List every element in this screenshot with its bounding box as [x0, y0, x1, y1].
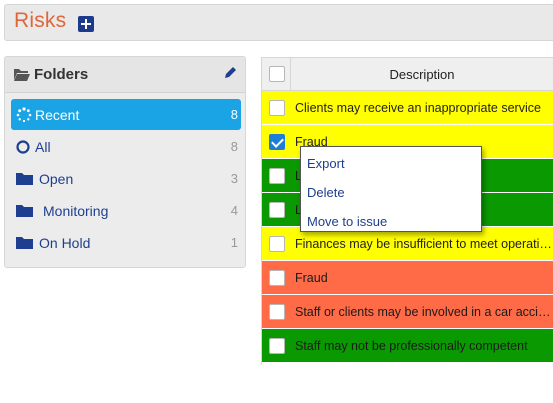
- menu-item-delete[interactable]: Delete: [307, 185, 345, 200]
- pencil-icon[interactable]: [224, 66, 237, 84]
- folder-item-recent[interactable]: Recent 8: [11, 99, 241, 130]
- row-checkbox[interactable]: [269, 270, 285, 286]
- risk-description: Staff may not be professionally competen…: [295, 339, 528, 353]
- folder-count: 8: [230, 139, 238, 154]
- folder-label: Open: [39, 171, 74, 187]
- context-menu: Export Delete Move to issue: [300, 146, 482, 232]
- spinner-icon: [16, 107, 32, 128]
- folders-header: Folders: [5, 57, 245, 93]
- folder-label: On Hold: [39, 235, 91, 251]
- menu-item-export[interactable]: Export: [307, 156, 345, 171]
- row-checkbox[interactable]: [269, 100, 285, 116]
- folders-title: Folders: [34, 66, 89, 83]
- folder-count: 4: [230, 203, 238, 218]
- column-header-description[interactable]: Description: [291, 67, 553, 82]
- table-row[interactable]: Fraud: [262, 261, 553, 295]
- risk-description: Finances may be insufficient to meet ope…: [295, 237, 553, 251]
- folder-item-open[interactable]: Open 3: [11, 163, 241, 194]
- folder-item-all[interactable]: All 8: [11, 131, 241, 162]
- menu-item-move-to-issue[interactable]: Move to issue: [307, 214, 387, 229]
- folder-label: Monitoring: [43, 203, 109, 219]
- row-checkbox[interactable]: [269, 236, 285, 252]
- table-row[interactable]: Finances may be insufficient to meet ope…: [262, 227, 553, 261]
- row-checkbox[interactable]: [269, 202, 285, 218]
- folder-item-monitoring[interactable]: Monitoring 4: [11, 195, 241, 226]
- select-all-checkbox[interactable]: [269, 66, 285, 82]
- table-header: Description: [262, 58, 553, 91]
- risk-description: Staff or clients may be involved in a ca…: [295, 305, 553, 319]
- table-row[interactable]: Clients may receive an inappropriate ser…: [262, 91, 553, 125]
- page-title: Risks: [14, 9, 67, 32]
- row-checkbox[interactable]: [269, 338, 285, 354]
- table-row[interactable]: Staff or clients may be involved in a ca…: [262, 295, 553, 329]
- folder-count: 1: [230, 235, 238, 250]
- risk-description: Fraud: [295, 271, 328, 285]
- circle-icon: [16, 139, 32, 160]
- folder-icon: [16, 235, 33, 254]
- folder-label: Recent: [35, 107, 80, 123]
- folders-panel: Folders Recent 8 All 8 Open 3 Monitoring…: [4, 56, 246, 268]
- folder-open-icon: [14, 68, 30, 86]
- folder-item-on-hold[interactable]: On Hold 1: [11, 227, 241, 258]
- folder-icon: [16, 203, 33, 222]
- folder-count: 8: [230, 107, 238, 122]
- folder-icon: [16, 171, 33, 190]
- row-checkbox[interactable]: [269, 304, 285, 320]
- table-row[interactable]: Staff may not be professionally competen…: [262, 329, 553, 363]
- page-header: Risks: [4, 4, 553, 41]
- add-risk-button[interactable]: [78, 16, 94, 32]
- folder-count: 3: [230, 171, 238, 186]
- row-checkbox[interactable]: [269, 168, 285, 184]
- select-all-cell: [262, 58, 291, 91]
- risk-description: Clients may receive an inappropriate ser…: [295, 101, 541, 115]
- folder-label: All: [35, 139, 51, 155]
- row-checkbox[interactable]: [269, 134, 285, 150]
